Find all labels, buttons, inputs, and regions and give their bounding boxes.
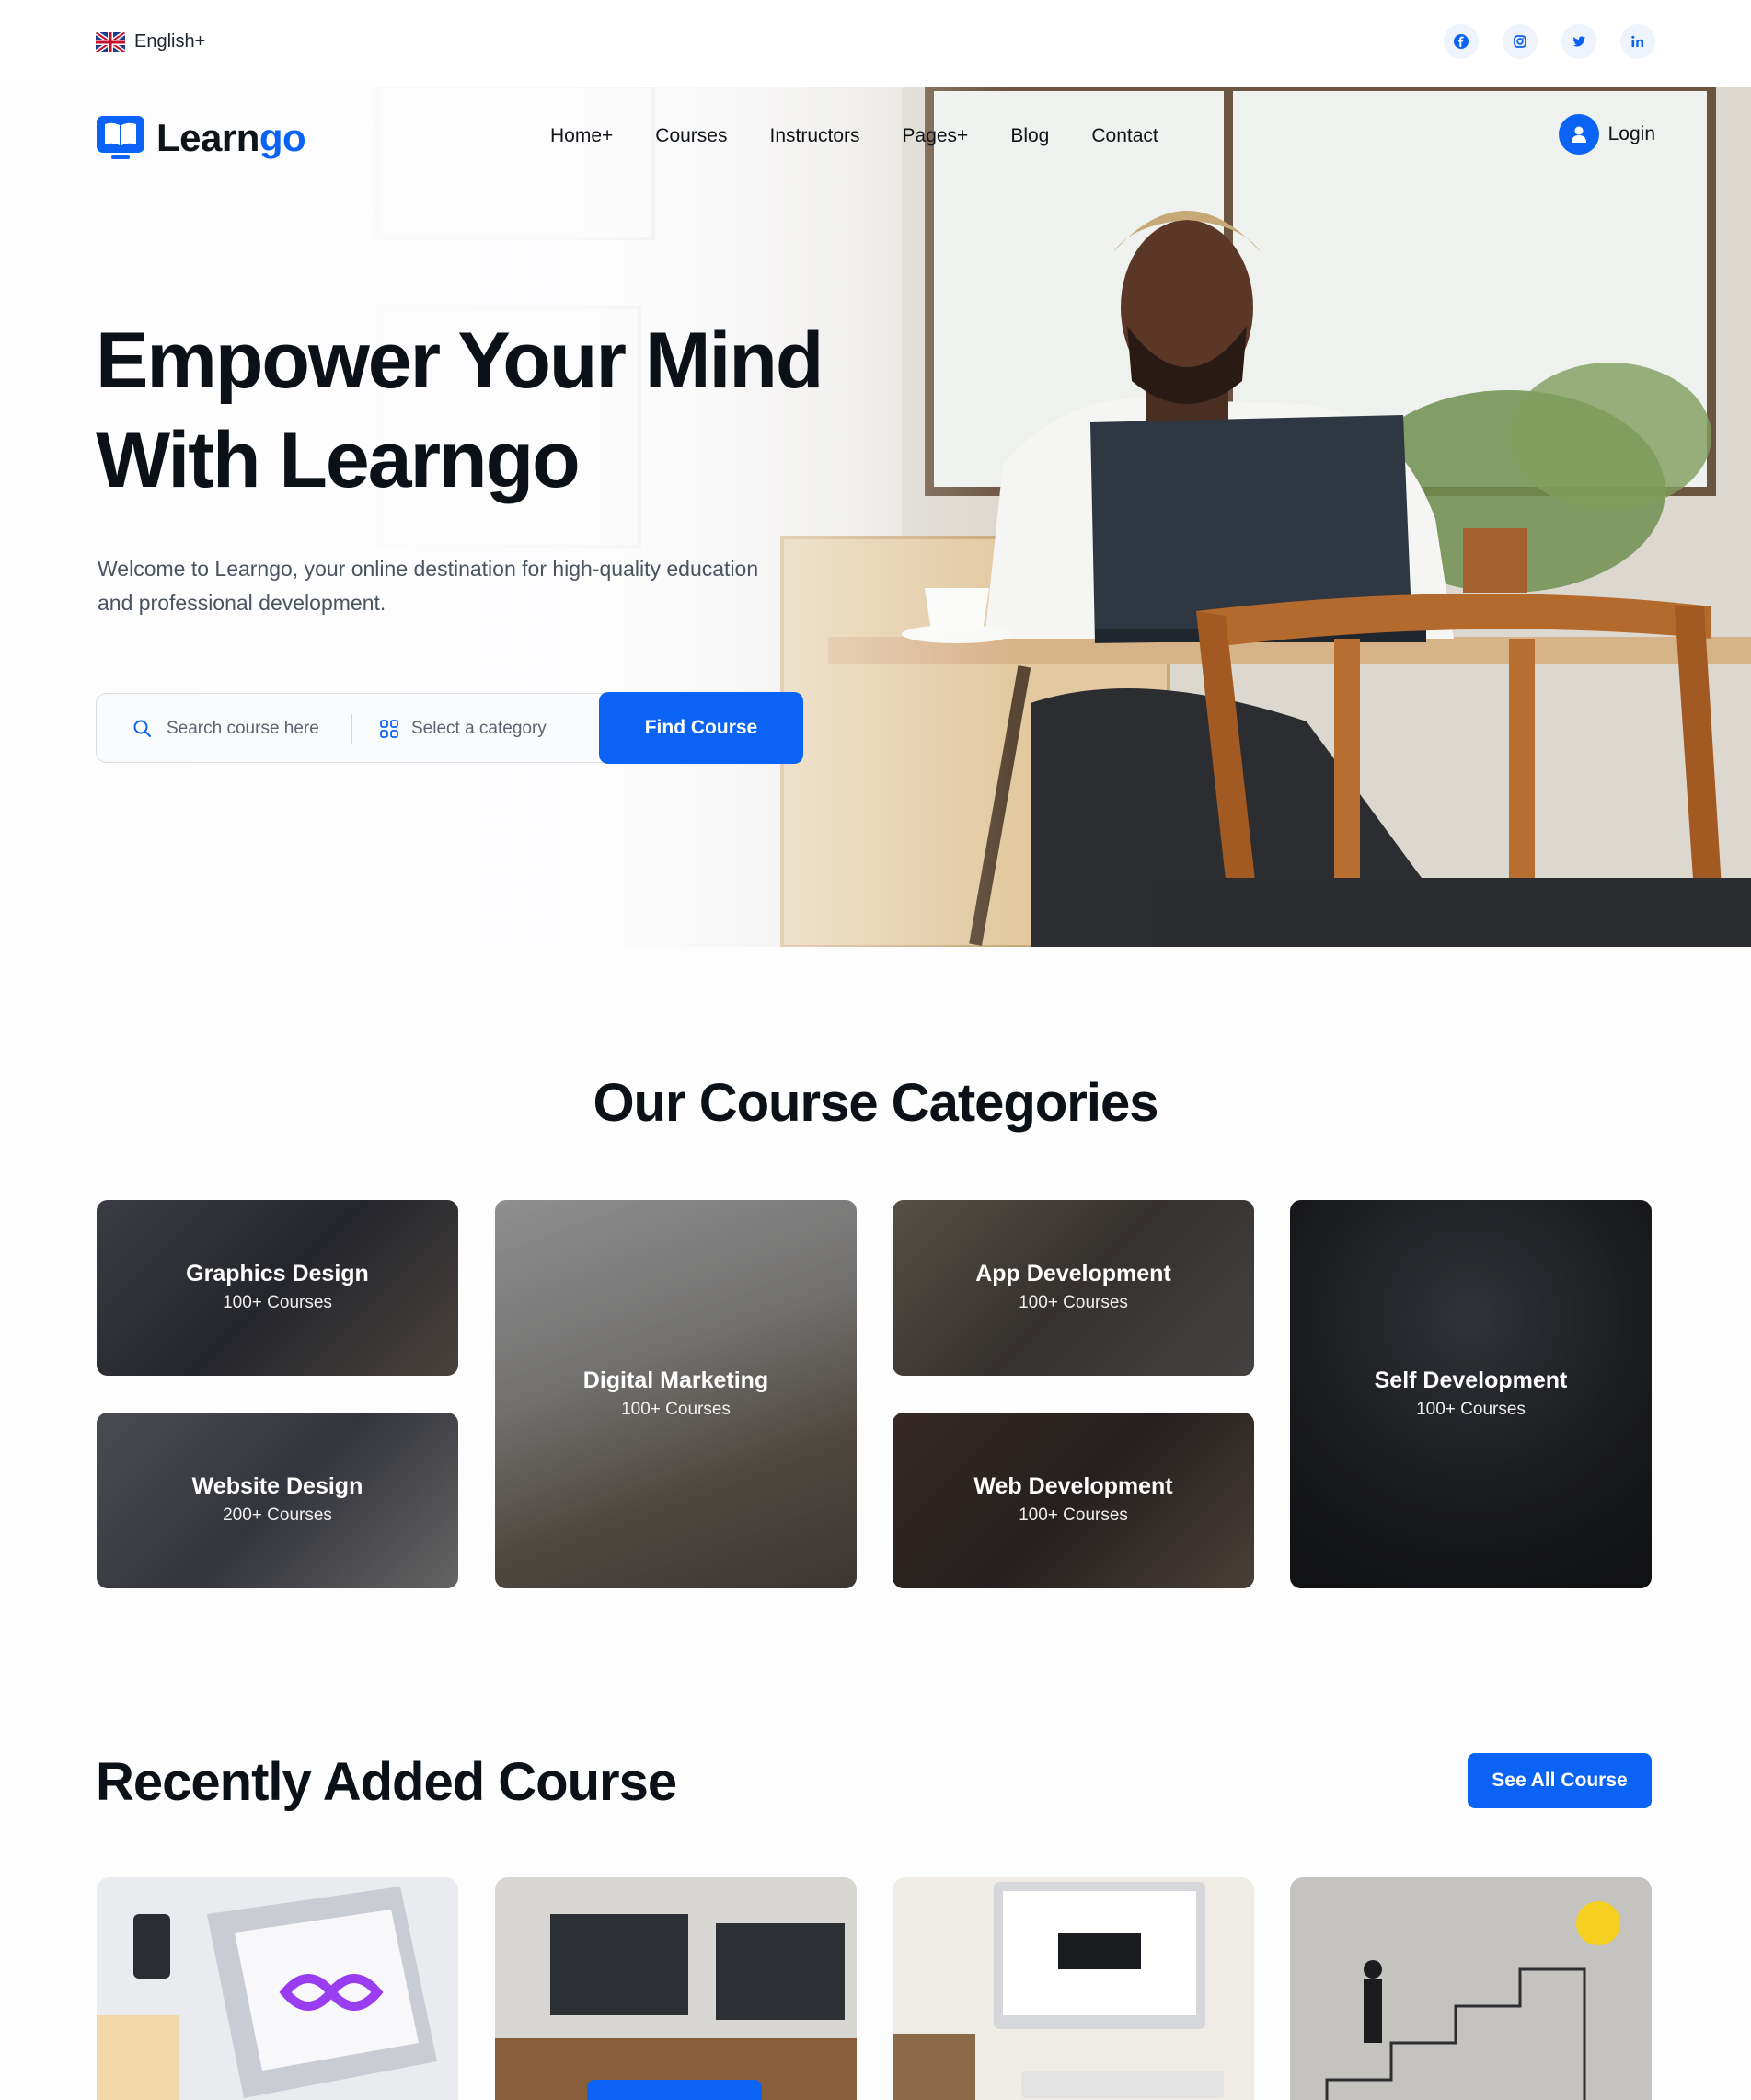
brand-name-part2: go [259,116,306,159]
top-bar: English+ [0,0,1751,87]
instagram-icon[interactable] [1503,24,1538,59]
uk-flag-icon [96,31,125,52]
main-navbar: Learngo Home+ Courses Instructors Pages+… [0,87,1751,186]
category-text: Web Development 100+ Courses [893,1473,1254,1526]
course-thumbnail [495,1877,857,2100]
category-select[interactable]: Select a category [378,694,547,764]
category-count: 200+ Courses [223,1506,332,1525]
language-label: English+ [134,31,206,52]
category-card-graphics-design[interactable]: Graphics Design 100+ Courses [97,1200,458,1376]
social-links [1444,24,1655,59]
brand-name: Learngo [156,116,306,160]
see-all-courses-button[interactable]: See All Course [1468,1753,1652,1808]
nav-menu: Home+ Courses Instructors Pages+ Blog Co… [550,125,1158,147]
category-name: Self Development [1374,1367,1568,1393]
category-count: 100+ Courses [1416,1400,1526,1419]
search-input[interactable]: Search course here [132,694,319,764]
search-placeholder: Search course here [167,719,319,738]
brand-name-part1: Learn [156,116,259,159]
user-icon [1558,114,1599,155]
nav-item-contact[interactable]: Contact [1091,125,1158,147]
book-monitor-icon [97,116,144,159]
nav-item-courses[interactable]: Courses [655,125,727,147]
course-card-image[interactable] [97,1877,458,2100]
category-name: Digital Marketing [582,1367,769,1393]
nav-item-blog[interactable]: Blog [1010,125,1049,147]
category-name: Graphics Design [186,1261,369,1287]
facebook-icon[interactable] [1444,24,1479,59]
course-card-image[interactable] [1290,1877,1652,2100]
category-placeholder: Select a category [411,719,547,738]
course-thumbnail [97,1877,458,2100]
course-card-image[interactable] [893,1877,1254,2100]
hero-title-line1: Empower Your Mind [96,317,824,405]
twitter-icon[interactable] [1561,24,1596,59]
category-text: Website Design 200+ Courses [97,1473,458,1526]
category-count: 100+ Courses [621,1400,731,1419]
search-divider [351,714,352,744]
category-name: Web Development [973,1473,1173,1499]
hero-overlay [0,87,1012,947]
category-count: 100+ Courses [1019,1293,1128,1312]
category-card-website-design[interactable]: Website Design 200+ Courses [97,1413,458,1588]
category-card-app-development[interactable]: App Development 100+ Courses [893,1200,1254,1376]
language-selector[interactable]: English+ [96,31,205,52]
hero-title-line2: With Learngo [96,416,581,504]
nav-item-pages[interactable]: Pages+ [903,125,969,147]
hero-subtitle: Welcome to Learngo, your online destinat… [98,557,759,615]
category-text: Graphics Design 100+ Courses [97,1261,458,1313]
category-name: Website Design [191,1473,363,1499]
category-card-digital-marketing[interactable]: Digital Marketing 100+ Courses [495,1200,857,1588]
category-text: Digital Marketing 100+ Courses [495,1367,857,1420]
linkedin-icon[interactable] [1620,24,1655,59]
recent-courses-title: Recently Added Course [96,1752,677,1812]
category-card-self-development[interactable]: Self Development 100+ Courses [1290,1200,1652,1588]
category-count: 100+ Courses [1019,1506,1128,1525]
brand-logo[interactable]: Learngo [96,114,306,162]
category-text: Self Development 100+ Courses [1290,1367,1652,1420]
hero-section [0,87,1751,947]
category-text: App Development 100+ Courses [893,1261,1254,1313]
category-card-web-development[interactable]: Web Development 100+ Courses [893,1413,1254,1588]
nav-item-instructors[interactable]: Instructors [769,125,859,147]
course-thumbnail [893,1877,1254,2100]
category-count: 100+ Courses [223,1293,332,1312]
hero-title: Empower Your Mind With Learngo [96,311,924,510]
grid-icon [380,720,398,738]
find-course-button[interactable]: Find Course [599,692,803,764]
search-icon [133,720,151,737]
category-name: App Development [975,1261,1171,1287]
categories-title: Our Course Categories [593,1073,1159,1133]
course-card-image[interactable] [495,1877,857,2100]
course-search-bar: Search course here Select a category Fin… [96,692,804,764]
login-label: Login [1607,123,1655,144]
nav-item-home[interactable]: Home+ [550,125,613,147]
login-button[interactable]: Login [1558,114,1655,155]
course-thumbnail [1290,1877,1652,2100]
